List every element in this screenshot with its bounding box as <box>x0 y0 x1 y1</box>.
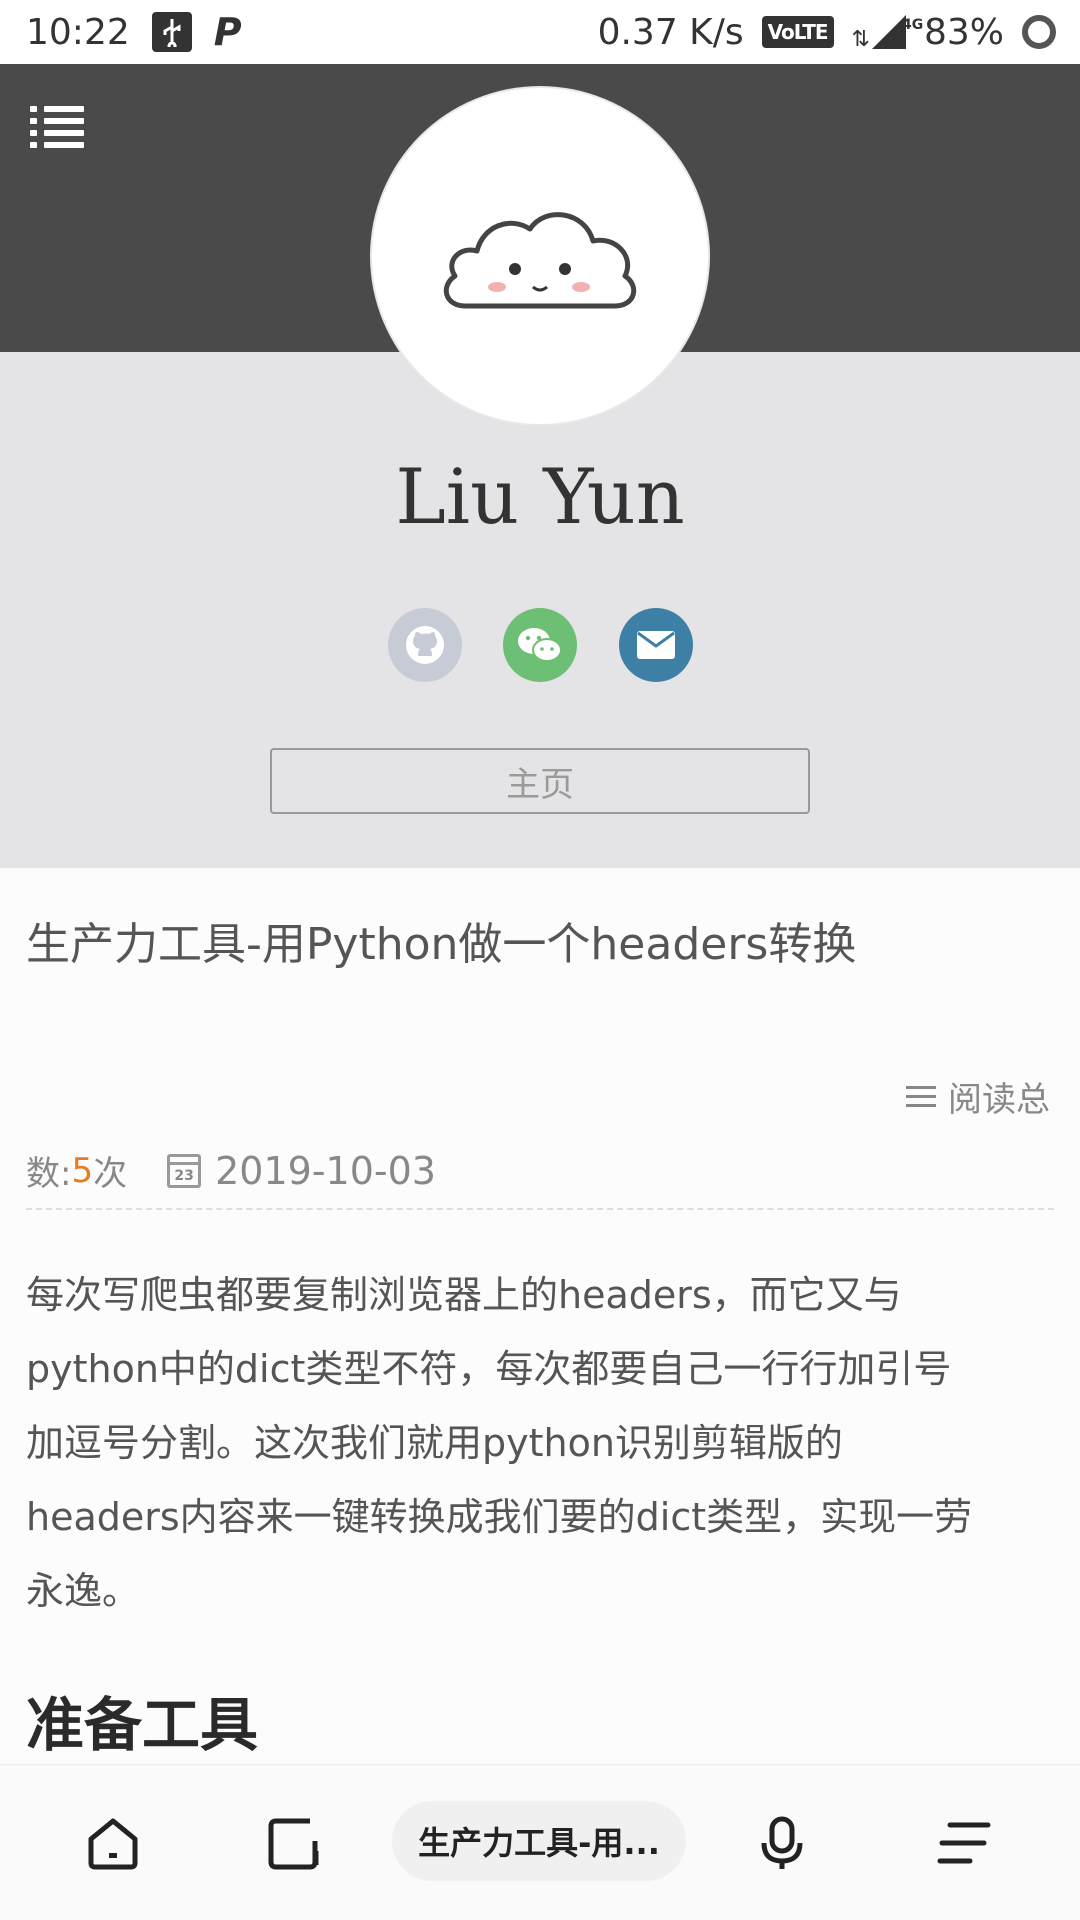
read-count-suffix: 次 <box>93 1154 128 1194</box>
body-line: 永逸。 <box>26 1569 141 1613</box>
article-body: 每次写爬虫都要复制浏览器上的headers，而它又与 python中的dict类… <box>26 1258 1056 1628</box>
list-menu-icon[interactable] <box>30 106 84 148</box>
read-count: 5 <box>71 1150 94 1191</box>
signal-icon: ⇅ 4G <box>851 15 924 52</box>
address-bar[interactable]: 生产力工具-用... <box>392 1801 686 1881</box>
menu-icon[interactable] <box>936 1815 992 1871</box>
read-count-label: 阅读总 <box>906 1072 1050 1121</box>
github-icon <box>406 626 444 664</box>
article-meta: 数: 5 次 23 2019-10-03 <box>26 1146 436 1195</box>
usb-icon <box>151 12 192 52</box>
tabs-icon[interactable] <box>266 1815 322 1871</box>
microphone-icon[interactable] <box>754 1815 810 1871</box>
body-line: 加逗号分割。这次我们就用python识别剪辑版的 <box>26 1421 843 1465</box>
article-title: 生产力工具-用Python做一个headers转换 <box>26 919 857 970</box>
wechat-button[interactable] <box>503 608 577 682</box>
cloud-avatar-icon <box>443 212 637 309</box>
read-count-label-cont: 数: <box>26 1154 72 1194</box>
battery-percent: 83% <box>923 11 1004 53</box>
section-heading: 准备工具 <box>26 1691 259 1759</box>
status-bar: 10:22 P 0.37 K/s VoLTE ⇅ 4G 83% <box>0 0 1080 64</box>
home-icon[interactable] <box>85 1815 141 1871</box>
list-icon <box>906 1084 936 1110</box>
status-time: 10:22 <box>26 11 130 53</box>
publish-date: 2019-10-03 <box>215 1148 436 1193</box>
battery-icon <box>1022 15 1056 49</box>
mail-icon <box>637 631 675 659</box>
mail-button[interactable] <box>619 608 693 682</box>
article: 生产力工具-用Python做一个headers转换 阅读总 数: 5 次 23 … <box>0 868 1080 1764</box>
body-line: headers内容来一键转换成我们要的dict类型，实现一劳 <box>26 1495 973 1539</box>
wechat-icon <box>518 628 562 662</box>
home-button[interactable]: 主页 <box>270 748 810 814</box>
github-button[interactable] <box>388 608 462 682</box>
profile-name: Liu Yun <box>395 452 685 541</box>
body-line: python中的dict类型不符，每次都要自己一行行加引号 <box>26 1347 952 1391</box>
body-line: 每次写爬虫都要复制浏览器上的headers，而它又与 <box>26 1273 902 1317</box>
parking-icon: P <box>213 10 242 54</box>
calendar-icon: 23 <box>167 1153 202 1188</box>
network-speed: 0.37 K/s <box>597 11 744 53</box>
browser-bottom-bar: 生产力工具-用... <box>0 1764 1080 1920</box>
avatar[interactable] <box>372 88 708 424</box>
divider <box>26 1208 1054 1210</box>
volte-badge: VoLTE <box>761 16 834 48</box>
